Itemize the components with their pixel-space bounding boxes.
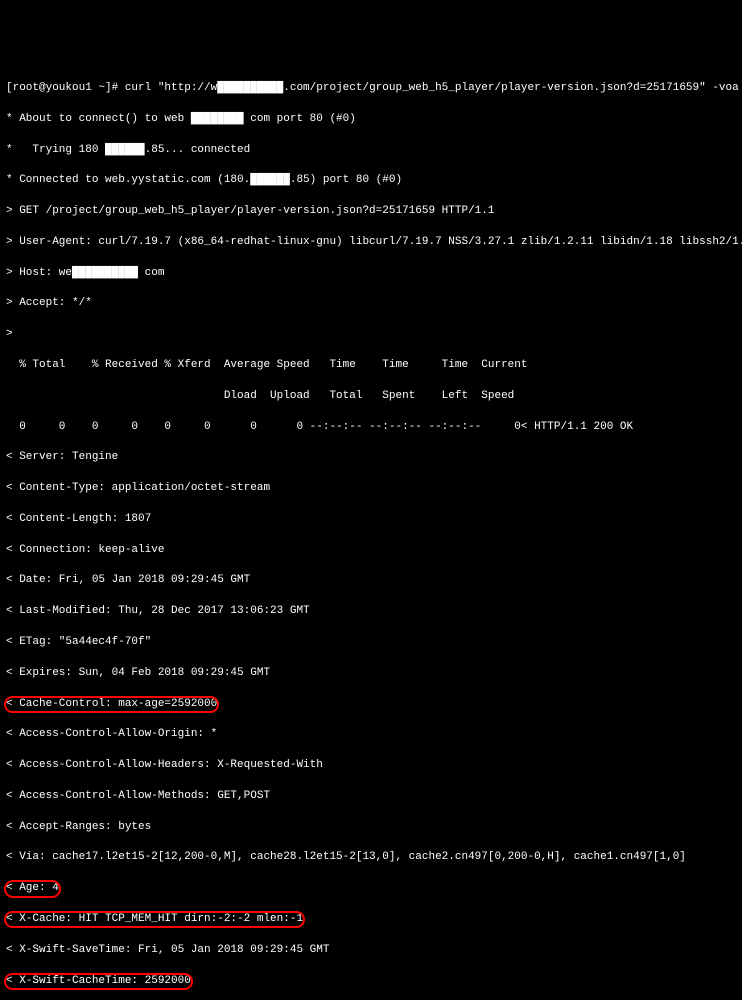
output-line: > User-Agent: curl/7.19.7 (x86_64-redhat… [6, 235, 736, 250]
output-line: < Date: Fri, 05 Jan 2018 09:29:45 GMT [6, 573, 736, 588]
output-line: < Content-Type: application/octet-stream [6, 481, 736, 496]
terminal-output: [root@youkou1 ~]# curl "http://w████████… [6, 66, 736, 1000]
swiftcache-highlight: < X-Swift-CacheTime: 2592000 [6, 974, 191, 989]
output-line: * Connected to web.yystatic.com (180.███… [6, 173, 736, 188]
swiftcache-line: < X-Swift-CacheTime: 2592000 [6, 974, 736, 989]
output-line: < Access-Control-Allow-Methods: GET,POST [6, 789, 736, 804]
prompt: [root@youkou1 ~]# [6, 82, 125, 94]
xcache-line: < X-Cache: HIT TCP_MEM_HIT dirn:-2:-2 ml… [6, 912, 736, 927]
output-line: < Last-Modified: Thu, 28 Dec 2017 13:06:… [6, 604, 736, 619]
age-highlight: < Age: 4 [6, 881, 59, 896]
cache-control-line: < Cache-Control: max-age=2592000 [6, 697, 736, 712]
output-line: < Access-Control-Allow-Headers: X-Reques… [6, 758, 736, 773]
output-line: < Content-Length: 1807 [6, 512, 736, 527]
output-line: < Expires: Sun, 04 Feb 2018 09:29:45 GMT [6, 666, 736, 681]
output-line: > GET /project/group_web_h5_player/playe… [6, 204, 736, 219]
output-line: * Trying 180 ██████.85... connected [6, 143, 736, 158]
output-line: Dload Upload Total Spent Left Speed [6, 389, 736, 404]
output-line: 0 0 0 0 0 0 0 0 --:--:-- --:--:-- --:--:… [6, 420, 736, 435]
output-line: % Total % Received % Xferd Average Speed… [6, 358, 736, 373]
output-line: < Via: cache17.l2et15-2[12,200-0,M], cac… [6, 850, 736, 865]
cache-control-highlight: < Cache-Control: max-age=2592000 [6, 697, 217, 712]
xcache-highlight: < X-Cache: HIT TCP_MEM_HIT dirn:-2:-2 ml… [6, 912, 303, 927]
prompt-line: [root@youkou1 ~]# curl "http://w████████… [6, 81, 736, 96]
output-line: < Server: Tengine [6, 450, 736, 465]
command: curl "http://w██████████.com/project/gro… [125, 82, 739, 94]
output-line: < ETag: "5a44ec4f-70f" [6, 635, 736, 650]
output-line: < Connection: keep-alive [6, 543, 736, 558]
output-line: > [6, 327, 736, 342]
output-line: < Access-Control-Allow-Origin: * [6, 727, 736, 742]
output-line: * About to connect() to web ████████ com… [6, 112, 736, 127]
output-line: > Host: we██████████ com [6, 266, 736, 281]
output-line: > Accept: */* [6, 296, 736, 311]
output-line: < Accept-Ranges: bytes [6, 820, 736, 835]
age-line: < Age: 4 [6, 881, 736, 896]
output-line: < X-Swift-SaveTime: Fri, 05 Jan 2018 09:… [6, 943, 736, 958]
